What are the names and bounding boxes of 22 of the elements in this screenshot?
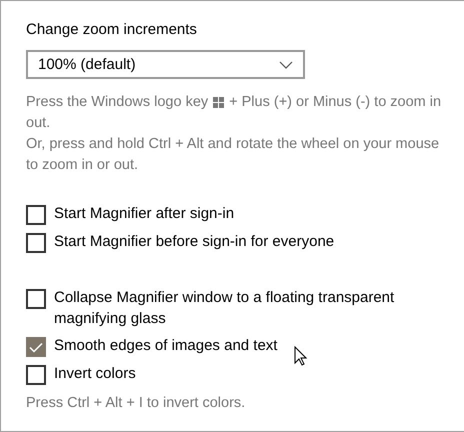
checkbox[interactable] <box>26 365 46 385</box>
checkbox-label: Collapse Magnifier window to a floating transparent magnifying glass <box>54 288 396 329</box>
hint-text: Press Ctrl + Alt + I to invert colors. <box>26 394 246 413</box>
checkbox[interactable] <box>26 205 46 225</box>
checkbox-label: Start Magnifier after sign-in <box>54 204 236 224</box>
checkbox[interactable] <box>26 289 46 309</box>
checkbox-label: Invert colors <box>54 364 137 384</box>
mouse-pointer-icon <box>294 346 307 366</box>
checkmark-icon <box>29 342 43 352</box>
zoom-dropdown[interactable]: 100% (default) <box>26 50 305 79</box>
hint-text: Press the Windows logo key <box>26 93 208 112</box>
checkbox[interactable] <box>26 337 46 357</box>
checkbox-label: Start Magnifier before sign-in for everyone <box>54 232 336 252</box>
hint-text: to zoom in or out. <box>26 156 140 175</box>
checkbox-label: Smooth edges of images and text <box>54 336 278 356</box>
hint-text: + Plus (+) or Minus (-) to zoom in <box>229 93 442 112</box>
section-title: Change zoom increments <box>26 20 198 40</box>
checkbox[interactable] <box>26 233 46 253</box>
hint-text: out. <box>26 114 52 133</box>
chevron-down-icon <box>279 60 293 68</box>
hint-text: Or, press and hold Ctrl + Alt and rotate the wheel on your mouse <box>26 135 440 154</box>
windows-logo-icon <box>213 97 224 108</box>
